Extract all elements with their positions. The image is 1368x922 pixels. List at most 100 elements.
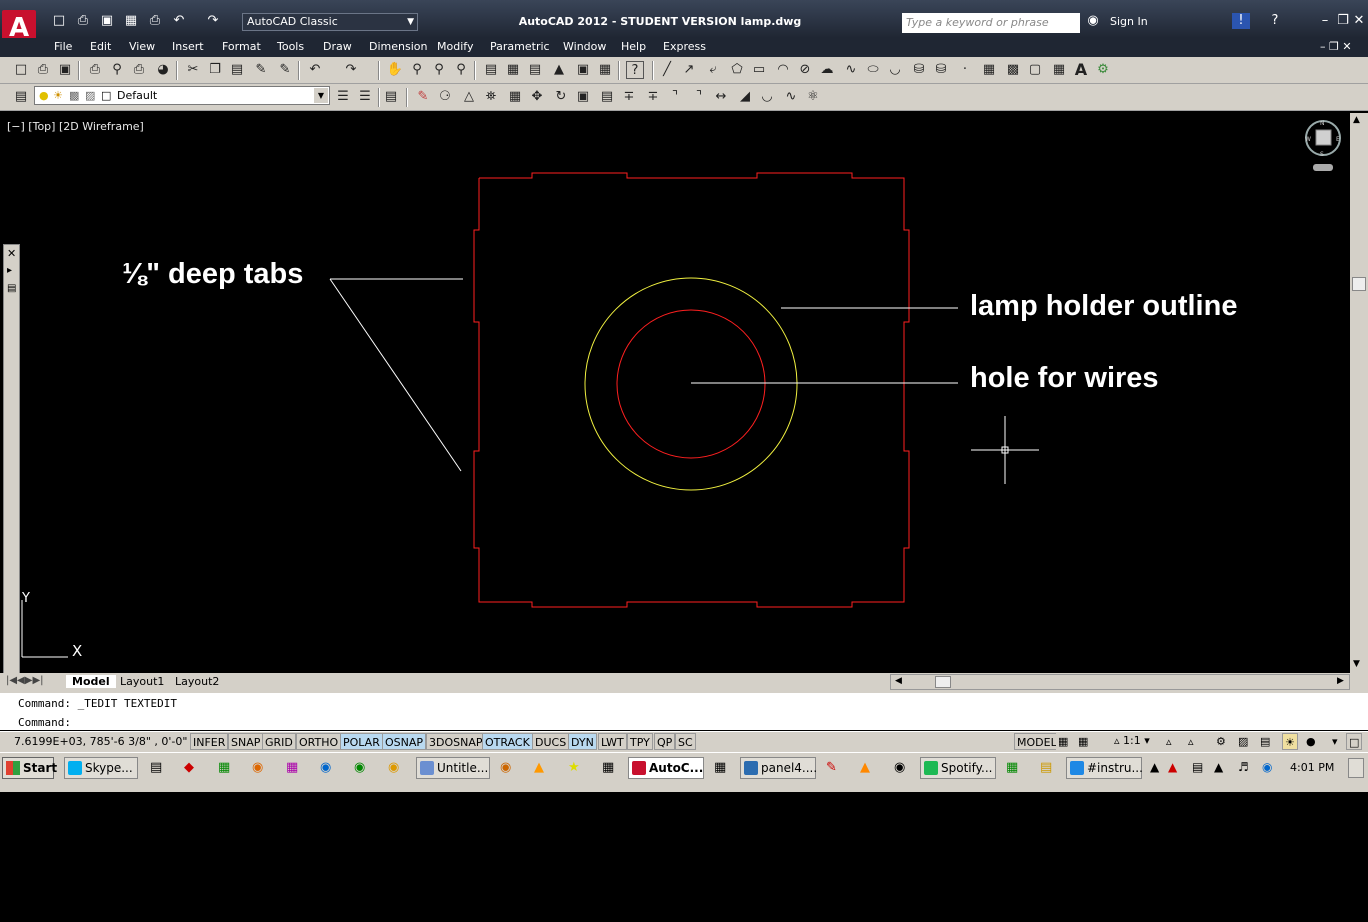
status-toggle-tpy[interactable]: TPY [627,733,653,750]
scroll-thumb[interactable] [1352,277,1366,291]
taskbar-button[interactable]: #instru... [1066,757,1143,779]
close-icon[interactable]: ✕ [7,247,16,260]
layout-tab-bar: |◀◀▶▶| Model Layout1 Layout2 ◀ ▶ [0,673,1368,691]
status-toggle-ducs[interactable]: DUCS [532,733,570,750]
tray-expand-icon[interactable]: ▲ [1150,760,1159,774]
hardware-acceleration-icon[interactable]: ▤ [1258,733,1273,750]
compass-north: N [1320,120,1325,127]
volume-icon[interactable]: ♬ [1238,760,1249,774]
steam-icon[interactable]: ◉ [894,760,905,775]
tray-icon[interactable]: ▲ [1168,760,1177,774]
quicklaunch-icon[interactable]: ◉ [388,760,399,775]
tab-layout1[interactable]: Layout1 [120,675,164,688]
quicklaunch-icon[interactable]: ▦ [218,760,230,775]
vlc-icon[interactable]: ▲ [860,760,870,775]
ucs-y-label: Y [21,591,30,606]
taskbar-button-label: Skype... [85,761,133,775]
status-toggle-polar[interactable]: POLAR [340,733,383,750]
panel-outline[interactable] [473,172,910,608]
taskbar-button[interactable]: Untitle... [416,757,490,779]
quicklaunch-icon[interactable]: ▲ [534,760,544,775]
taskbar-button-label: Untitle... [437,761,489,775]
tray-icon[interactable]: ▤ [1192,760,1203,774]
quicklaunch-icon[interactable]: ✎ [826,760,837,775]
quicklaunch-icon[interactable]: ◉ [354,760,365,775]
properties-menu-icon[interactable]: ▤ [7,283,16,294]
status-toggle-infer[interactable]: INFER [190,733,229,750]
app-icon [420,761,434,775]
layer-properties-palette[interactable]: ✕ ▸ ▤ Layer Properties Manager [3,244,21,892]
folder-icon[interactable]: ▤ [1040,760,1052,775]
status-toggle-otrack[interactable]: OTRACK [482,733,533,750]
status-toggle-qp[interactable]: QP [654,733,676,750]
status-menu-icon[interactable]: ▾ [1330,733,1340,750]
status-toggle-snap[interactable]: SNAP [228,733,264,750]
auto-hide-icon[interactable]: ▸ [7,265,12,276]
scroll-left-icon[interactable]: ◀ [895,676,902,686]
quicklaunch-icon[interactable]: ◉ [320,760,331,775]
workspace-switching-icon[interactable]: ⚙ [1214,733,1228,750]
annotation-scale[interactable]: ▵ 1:1 ▾ [1114,734,1150,747]
quicklaunch-icon[interactable]: ▦ [714,760,726,775]
horizontal-scrollbar[interactable]: ◀ ▶ [890,674,1350,690]
hscroll-thumb[interactable] [935,676,951,688]
quicklaunch-icon[interactable]: ▦ [286,760,298,775]
network-icon[interactable]: ▲ [1214,760,1223,774]
quick-view-layouts-icon[interactable]: ▦ [1056,733,1071,750]
wire-hole-circle[interactable] [616,309,766,459]
model-space-button[interactable]: MODEL [1014,733,1060,750]
tabs-annotation[interactable]: ⅛" deep tabs [122,258,303,291]
app-icon [68,761,82,775]
status-toggle-3dosnap[interactable]: 3DOSNAP [426,733,486,750]
quick-view-drawings-icon[interactable]: ▦ [1076,733,1091,750]
lamp-holder-annotation[interactable]: lamp holder outline [970,290,1237,323]
system-clock[interactable]: 4:01 PM [1290,761,1334,774]
quicklaunch-icon[interactable]: ▦ [1006,760,1018,775]
quicklaunch-icon[interactable]: ◉ [500,760,511,775]
quicklaunch-icon[interactable]: ◆ [184,760,194,775]
clean-screen-icon[interactable]: □ [1346,733,1363,750]
scroll-right-icon[interactable]: ▶ [1337,676,1344,686]
lightbulb-icon[interactable]: ● [1304,733,1318,750]
compass-west: W [1305,136,1311,143]
toolbar-lock-icon[interactable]: ▨ [1236,733,1251,750]
status-toggle-osnap[interactable]: OSNAP [382,733,427,750]
tab-nav-arrows-icon[interactable]: |◀◀▶▶| [6,675,44,686]
command-window[interactable]: Command: _TEDIT TEXTEDIT Command: [0,691,1368,730]
tab-model[interactable]: Model [66,675,116,688]
isolate-objects-icon[interactable]: ☀ [1282,733,1298,750]
scroll-up-icon[interactable]: ▲ [1353,115,1360,125]
status-toggle-ortho[interactable]: ORTHO [296,733,342,750]
taskbar-button[interactable]: panel4.... [740,757,818,779]
taskbar-button[interactable]: Spotify... [920,757,996,779]
quicklaunch-icon[interactable]: ★ [568,760,580,775]
show-desktop-button[interactable] [1348,758,1364,778]
status-toggle-grid[interactable]: GRID [262,733,296,750]
app-icon [744,761,758,775]
tray-icon[interactable]: ◉ [1262,760,1272,774]
tabs-leader-diagonal [329,278,462,472]
status-toggle-dyn[interactable]: DYN [568,733,597,750]
taskbar-button[interactable]: AutoC... [628,757,704,779]
scroll-down-icon[interactable]: ▼ [1353,659,1360,669]
coordinates-readout[interactable]: 7.6199E+03, 785'-6 3/8" , 0'-0" [14,735,187,748]
vertical-scrollbar[interactable]: ▲ ▼ [1350,113,1368,673]
taskbar-button-label: #instru... [1087,761,1143,775]
annotation-visibility-icon[interactable]: ▵ [1164,733,1174,750]
app-icon [924,761,938,775]
start-button[interactable]: Start [2,757,57,779]
quicklaunch-icon[interactable]: ◉ [252,760,263,775]
wcs-menu[interactable] [1313,164,1333,171]
viewcube-face[interactable] [1315,129,1332,146]
auto-scale-icon[interactable]: ▵ [1186,733,1196,750]
hole-annotation[interactable]: hole for wires [970,362,1159,395]
taskbar-button[interactable]: Skype... [64,757,138,779]
taskbar-button-label: Spotify... [941,761,993,775]
status-toggle-sc[interactable]: SC [675,733,696,750]
command-prompt[interactable]: Command: [18,716,71,729]
quicklaunch-icon[interactable]: ▦ [602,760,614,775]
status-toggle-lwt[interactable]: LWT [598,733,627,750]
taskbar-button-label: panel4.... [761,761,818,775]
quicklaunch-icon[interactable]: ▤ [150,760,162,775]
tab-layout2[interactable]: Layout2 [175,675,219,688]
